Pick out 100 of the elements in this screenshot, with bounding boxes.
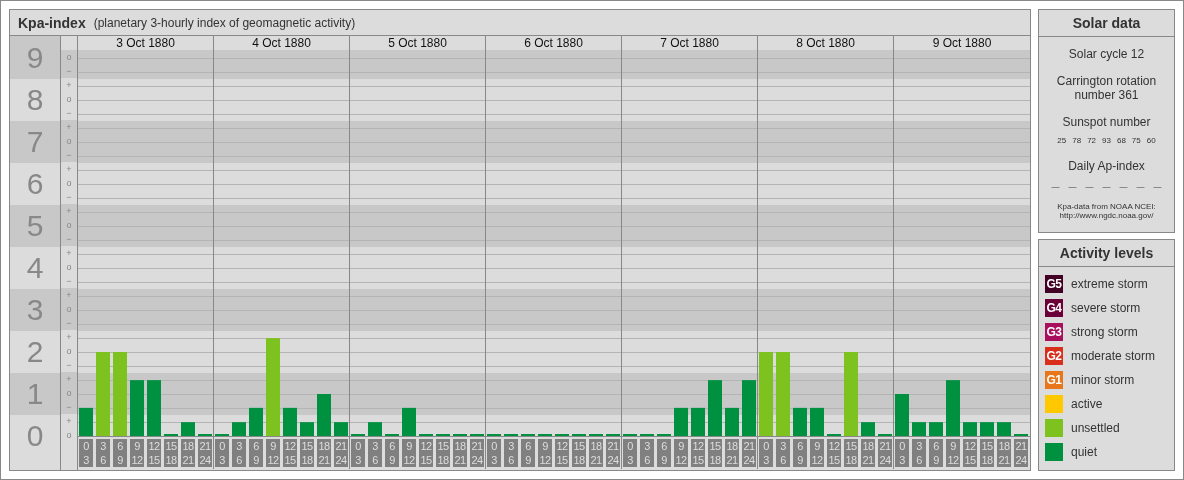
level-label: minor storm [1071,373,1135,387]
tick-label: − [66,192,72,202]
tick-label: − [66,234,72,244]
time-range-label: 6 9 [929,439,943,467]
tick-label: + [66,248,72,258]
time-range-label: 9 12 [130,439,144,467]
time-range-label: 0 3 [215,439,229,467]
time-range-label: 3 6 [912,439,926,467]
time-range-label: 12 15 [555,439,569,467]
time-range-label: 15 18 [844,439,858,467]
panel-title: Activity levels [1039,240,1174,267]
kp-bar [402,407,416,436]
sunspot-value: 72 [1087,136,1097,145]
ap-index-value: — [1119,182,1128,191]
panel-title: Solar data [1039,10,1174,37]
time-range-label: 15 18 [436,439,450,467]
time-range-label: 3 6 [232,439,246,467]
kp-bar [997,422,1011,436]
tick-label: o [66,94,72,104]
time-range-label: 21 24 [878,439,892,467]
tick-label: + [66,80,72,90]
time-range-label: 15 18 [164,439,178,467]
ap-index-value: — [1051,182,1060,191]
tick-label: + [66,416,72,426]
time-range-label: 12 15 [691,439,705,467]
sunspot-value: 60 [1146,136,1156,145]
kp-bar [249,407,263,436]
tick-label: + [66,332,72,342]
sunspot-heading: Sunspot number [1062,115,1151,129]
level-label: quiet [1071,445,1098,459]
time-range-label: 12 15 [283,439,297,467]
time-range-label: 12 15 [827,439,841,467]
kp-bar [793,407,807,436]
source-text: Kpa-data from NOAA NCEI: [1057,202,1156,211]
time-range-label: 6 9 [521,439,535,467]
time-range-label: 0 3 [79,439,93,467]
chart-title: Kpa-index [18,14,86,31]
level-badge: G2 [1045,347,1063,365]
kp-bar [334,422,348,436]
time-range-label: 3 6 [776,439,790,467]
kp-bar [912,422,926,436]
ap-index-value: — [1136,182,1145,191]
carrington-rotation-text: Carrington rotation number 361 [1055,74,1158,102]
time-range-label: 21 24 [742,439,756,467]
time-range-label: 0 3 [759,439,773,467]
tick-label: − [66,108,72,118]
sunspot-value: 25 [1057,136,1067,145]
kp-bar [980,422,994,436]
kp-bar [861,422,875,436]
level-badge: G1 [1045,371,1063,389]
axis-label: 7 [26,127,44,157]
time-range-label: 9 12 [538,439,552,467]
kp-bar [283,407,297,436]
tick-label: − [66,318,72,328]
time-range-label: 15 18 [300,439,314,467]
kp-bar [232,422,246,436]
tick-label: o [66,178,72,188]
time-range-label: 6 9 [657,439,671,467]
kp-bar [725,407,739,436]
time-range-label: 3 6 [96,439,110,467]
level-label: strong storm [1071,325,1138,339]
axis-label: 4 [26,253,44,283]
tick-label: + [66,290,72,300]
tick-label: o [66,262,72,272]
kp-bar [810,407,824,436]
tick-label: + [66,206,72,216]
solar-cycle-text: Solar cycle 12 [1068,47,1145,61]
level-label: moderate storm [1071,349,1156,363]
ap-index-value: — [1102,182,1111,191]
time-range-label: 0 3 [623,439,637,467]
time-range-label: 9 12 [266,439,280,467]
time-range-label: 9 12 [402,439,416,467]
time-range-label: 21 24 [606,439,620,467]
kp-bar [929,422,943,436]
source-text: http://www.ngdc.noaa.gov/ [1058,211,1155,220]
time-range-label: 18 21 [181,439,195,467]
time-range-label: 6 9 [249,439,263,467]
time-range-label: 21 24 [334,439,348,467]
kp-bar [895,394,909,436]
kp-bar [368,422,382,436]
time-range-label: 0 3 [487,439,501,467]
level-label: unsettled [1071,421,1120,435]
time-range-label: 6 9 [793,439,807,467]
time-range-label: 3 6 [368,439,382,467]
tick-label: + [66,164,72,174]
time-range-label: 21 24 [198,439,212,467]
time-range-label: 0 3 [895,439,909,467]
kp-bar [300,422,314,436]
kp-bar [147,380,161,436]
axis-label: 1 [26,379,44,409]
time-range-label: 3 6 [504,439,518,467]
kp-bar [691,407,705,436]
time-range-label: 9 12 [946,439,960,467]
kp-bar [317,394,331,436]
kp-bar [946,380,960,436]
kp-bar [674,407,688,436]
tick-label: o [66,346,72,356]
time-range-label: 18 21 [997,439,1011,467]
sunspot-value: 75 [1131,136,1141,145]
axis-label: 0 [26,421,44,451]
